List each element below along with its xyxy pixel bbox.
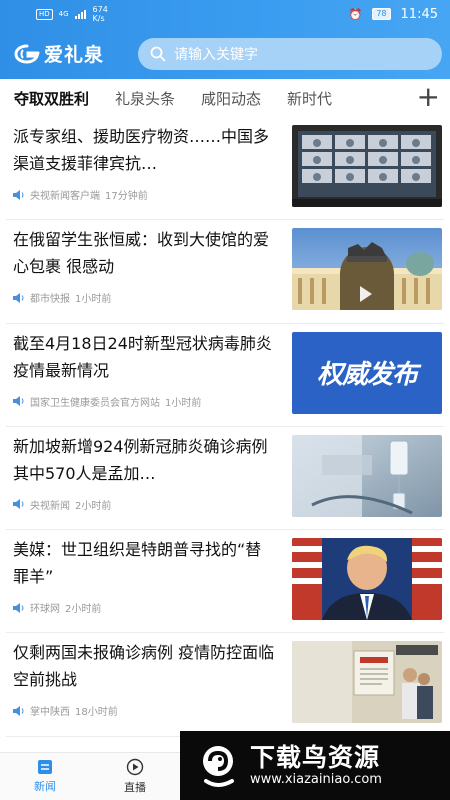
add-tab-button[interactable]: + [417,82,440,112]
news-source: 国家卫生健康委员会官方网站 [30,397,160,409]
alarm-icon: ⏰ [348,7,363,21]
news-thumbnail[interactable] [292,228,442,311]
authority-release-label: 权威发布 [316,360,418,391]
news-meta: 都市快报 1小时前 [13,290,111,305]
bottom-tab-news[interactable]: 新闻 [0,753,90,800]
news-item[interactable]: 新加坡新增924例新冠肺炎确诊病例 其中570人是孟加… 央视新闻 2小时前 [6,427,444,531]
news-item[interactable]: 在俄留学生张恒威：收到大使馆的爱心包裹 很感动 都市快报 1小时前 [6,220,444,324]
bottom-tab-label: 新闻 [34,780,56,793]
search-bar[interactable]: 请输入关键字 [138,37,442,70]
bottom-tab-label: 直播 [124,781,146,794]
app-bar: 爱礼泉 请输入关键字 [0,28,450,79]
speed-value: 674 [92,5,108,14]
news-meta: 央视新闻 2小时前 [13,497,111,512]
news-thumbnail[interactable] [292,125,442,207]
news-time: 2小时前 [65,604,102,616]
news-icon [38,760,52,774]
hd-indicator: HD [36,8,53,20]
speaker-icon[interactable] [13,292,25,303]
app-name: 爱礼泉 [44,44,105,66]
news-item[interactable]: 截至4月18日24时新型冠状病毒肺炎疫情最新情况 国家卫生健康委员会官方网站 1… [6,324,444,427]
search-icon [150,46,166,62]
news-source: 掌中陕西 [30,707,70,719]
signal-icon [74,9,86,19]
speed-unit: K/s [92,14,105,23]
network-speed: 674 K/s [93,5,108,23]
watermark-url: www.xiazainiao.com [250,771,382,787]
news-title: 美媒：世卫组织是特朗普寻找的“替罪羊” [13,540,262,587]
category-tabs: 夺取双胜利 礼泉头条 咸阳动态 新时代 + [0,79,450,117]
speaker-icon[interactable] [13,396,25,407]
tab-new-era[interactable]: 新时代 [287,88,332,109]
news-time: 1小时前 [75,294,112,306]
speaker-icon[interactable] [13,705,25,716]
news-meta: 掌中陕西 18小时前 [13,703,118,718]
status-bar: HD 4G 674 K/s ⏰ 78 11:45 [0,0,450,28]
battery-indicator: 78 [372,8,391,20]
news-item[interactable]: 派专家组、援助医疗物资……中国多渠道支援菲律宾抗… 央视新闻客户端 17分钟前 [6,117,444,221]
clock: 11:45 [400,6,438,22]
speaker-icon[interactable] [13,189,25,200]
bird-logo-icon [203,745,234,787]
bottom-tab-bar: 新闻 直播 [0,752,180,800]
news-item[interactable]: 美媒：世卫组织是特朗普寻找的“替罪羊” 环球网 2小时前 [6,530,444,634]
news-meta: 央视新闻客户端 17分钟前 [13,187,148,202]
news-time: 18小时前 [75,707,118,719]
news-item[interactable]: 仅剩两国未报确诊病例 疫情防控面临空前挑战 掌中陕西 18小时前 [6,633,444,737]
news-time: 2小时前 [75,500,112,512]
tab-xianyang-news[interactable]: 咸阳动态 [201,88,261,109]
live-play-icon [126,758,144,776]
network-indicator: 4G [58,10,69,18]
logo-icon [14,44,40,64]
watermark-title: 下载鸟资源 [250,742,381,772]
news-source: 环球网 [30,604,60,616]
news-meta: 环球网 2小时前 [13,600,101,615]
news-time: 1小时前 [165,397,202,409]
news-source: 都市快报 [30,294,70,306]
tab-fight-double-victory[interactable]: 夺取双胜利 [14,88,89,109]
news-thumbnail[interactable]: 权威发布 [292,331,442,414]
news-thumbnail[interactable] [292,538,442,621]
news-title: 仅剩两国未报确诊病例 疫情防控面临空前挑战 [13,643,275,690]
news-list: 派专家组、援助医疗物资……中国多渠道支援菲律宾抗… 央视新闻客户端 17分钟前 [0,117,450,737]
search-input[interactable]: 请输入关键字 [174,44,258,64]
news-title: 新加坡新增924例新冠肺炎确诊病例 其中570人是孟加… [13,436,268,483]
news-source: 央视新闻客户端 [30,191,100,202]
news-meta: 国家卫生健康委员会官方网站 1小时前 [13,394,201,409]
news-title: 在俄留学生张恒威：收到大使馆的爱心包裹 很感动 [13,230,270,277]
speaker-icon[interactable] [13,602,25,613]
news-source: 央视新闻 [30,500,70,512]
news-time: 17分钟前 [105,191,148,202]
news-thumbnail[interactable] [292,641,442,724]
news-thumbnail[interactable] [292,434,442,517]
watermark-banner: 下载鸟资源 www.xiazainiao.com [180,731,450,800]
app-header: HD 4G 674 K/s ⏰ 78 11:45 爱礼泉 请输入关键字 [0,0,450,79]
bottom-tab-live[interactable]: 直播 [90,753,180,800]
news-title: 截至4月18日24时新型冠状病毒肺炎疫情最新情况 [13,333,272,380]
news-title: 派专家组、援助医疗物资……中国多渠道支援菲律宾抗… [13,127,270,173]
app-logo: 爱礼泉 [14,40,138,67]
tab-liquan-headlines[interactable]: 礼泉头条 [115,88,175,109]
speaker-icon[interactable] [13,499,25,510]
